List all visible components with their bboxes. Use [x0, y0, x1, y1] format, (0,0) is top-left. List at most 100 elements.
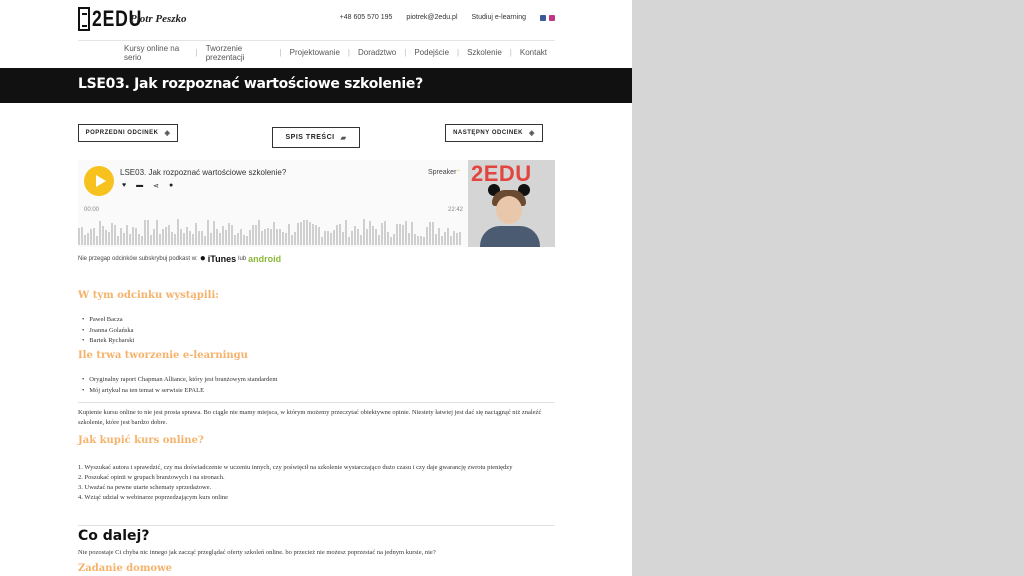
homework-heading: Zadanie domowe — [78, 563, 173, 574]
play-button[interactable] — [84, 166, 114, 196]
waveform-bar — [375, 229, 377, 245]
nav-item-contact[interactable]: Kontakt — [512, 48, 555, 57]
nav-item-approach[interactable]: Podejście — [406, 48, 457, 57]
android-link[interactable]: android — [248, 254, 281, 264]
waveform-bar — [177, 219, 179, 245]
waveform-bar — [363, 219, 365, 245]
waveform-bar — [294, 232, 296, 245]
next-episode-label: NASTĘPNY ODCINEK — [453, 130, 523, 136]
waveform-bar — [357, 229, 359, 245]
author-name[interactable]: Piotr Peszko — [130, 13, 187, 25]
waveform-bar — [369, 221, 371, 245]
list-item[interactable]: Mój artykuł na ten temat w serwisie EPAL… — [82, 387, 277, 398]
waveform-bar — [234, 235, 236, 245]
waveform-bar — [453, 231, 455, 245]
waveform-bar — [333, 230, 335, 245]
waveform-bar — [201, 231, 203, 245]
waveform-bar — [306, 220, 308, 245]
waveform-bar — [102, 226, 104, 245]
comment-icon[interactable]: ▬ — [136, 182, 143, 190]
waveform-bar — [447, 228, 449, 245]
next-episode-button[interactable]: NASTĘPNY ODCINEK ◈ — [445, 124, 543, 142]
toc-button[interactable]: SPIS TREŚCI ▰ — [272, 127, 360, 148]
waveform-bar — [96, 236, 98, 245]
waveform-bar — [414, 234, 416, 245]
book-icon: ▰ — [340, 134, 347, 142]
list-item[interactable]: Oryginalny raport Chapman Alliance, któr… — [82, 376, 277, 387]
waveform-bar — [420, 236, 422, 245]
buy-steps: 1. Wyszukać autora i sprawdzić, czy ma d… — [78, 463, 555, 503]
waveform-bar — [138, 234, 140, 245]
waveform-bar — [231, 225, 233, 245]
waveform-bar — [315, 225, 317, 245]
waveform-bar — [228, 223, 230, 245]
waveform-bar — [204, 236, 206, 245]
time-total: 22:42 — [448, 207, 464, 213]
waveform-bar — [135, 228, 137, 245]
waveform-bar — [378, 235, 380, 245]
waveform-bar — [390, 237, 392, 245]
info-icon[interactable]: ● — [169, 182, 173, 190]
list-item: Bartek Rycharski — [82, 337, 134, 348]
waveform-bar — [366, 229, 368, 245]
nav-item-courses[interactable]: Kursy online na serio — [116, 44, 196, 62]
waveform-bar — [426, 227, 428, 245]
waveform-bar — [81, 227, 83, 245]
waveform-bar — [327, 231, 329, 245]
waveform-bar — [225, 230, 227, 245]
provider-link[interactable]: Spreaker⁺ — [428, 168, 460, 176]
nav-item-training[interactable]: Szkolenie — [459, 48, 510, 57]
share-icon[interactable]: ⋖ — [153, 182, 159, 190]
logo-mark-icon — [78, 7, 90, 31]
waveform-bar — [330, 233, 332, 245]
nav-item-design[interactable]: Projektowanie — [282, 48, 348, 57]
prev-episode-button[interactable]: POPRZEDNI ODCINEK ◈ — [78, 124, 178, 142]
buy-heading: Jak kupić kurs online? — [78, 435, 204, 446]
subscribe-text: Nie przegap odcinków subskrybuj podkast … — [78, 255, 198, 262]
waveform-bar — [207, 220, 209, 245]
waveform-bar — [108, 232, 110, 245]
waveform-bar — [165, 227, 167, 245]
waveform-bar — [336, 225, 338, 245]
waveform-seekbar[interactable] — [78, 218, 464, 245]
waveform-bar — [288, 224, 290, 245]
nav-item-consulting[interactable]: Doradztwo — [350, 48, 404, 57]
next-paragraph: Nie pozostaje Ci chyba nic innego jak za… — [78, 549, 436, 556]
waveform-bar — [252, 225, 254, 245]
email-link[interactable]: piotrek@2edu.pl — [406, 14, 457, 21]
study-link[interactable]: Studiuj e-learning — [472, 14, 526, 21]
waveform-bar — [153, 229, 155, 245]
waveform-bar — [345, 220, 347, 245]
waveform-bar — [144, 220, 146, 245]
waveform-bar — [156, 220, 158, 245]
main-nav: Kursy online na serio | Tworzenie prezent… — [78, 40, 555, 64]
waveform-bar — [195, 223, 197, 245]
waveform-bar — [381, 223, 383, 245]
waveform-bar — [189, 231, 191, 245]
time-links-list: Oryginalny raport Chapman Alliance, któr… — [82, 376, 277, 397]
itunes-link[interactable]: iTunes — [208, 254, 236, 264]
instagram-icon[interactable] — [549, 14, 555, 21]
waveform-bar — [78, 228, 80, 245]
next-heading: Co dalej? — [78, 528, 150, 544]
waveform-bar — [372, 226, 374, 245]
waveform-bar — [417, 236, 419, 245]
guests-heading: W tym odcinku wystąpili: — [78, 290, 219, 301]
waveform-bar — [210, 233, 212, 245]
waveform-bar — [399, 224, 401, 245]
facebook-icon[interactable] — [540, 14, 546, 21]
phone-number[interactable]: +48 605 570 195 — [340, 14, 393, 21]
waveform-bar — [411, 222, 413, 245]
heart-icon[interactable]: ♥ — [122, 182, 126, 190]
nav-item-presentations[interactable]: Tworzenie prezentacji — [198, 44, 280, 62]
player-controls: ♥ ▬ ⋖ ● — [122, 182, 173, 190]
waveform-bar — [84, 235, 86, 245]
waveform-bar — [276, 229, 278, 245]
divider — [78, 402, 555, 403]
waveform-bar — [396, 224, 398, 245]
time-heading: Ile trwa tworzenie e-learningu — [78, 350, 248, 361]
page-title: LSE03. Jak rozpoznać wartościowe szkolen… — [78, 76, 423, 92]
cover-face — [496, 196, 522, 224]
step-item: 3. Uważać na pewne utarte schematy sprze… — [78, 484, 212, 491]
waveform-bar — [312, 224, 314, 245]
